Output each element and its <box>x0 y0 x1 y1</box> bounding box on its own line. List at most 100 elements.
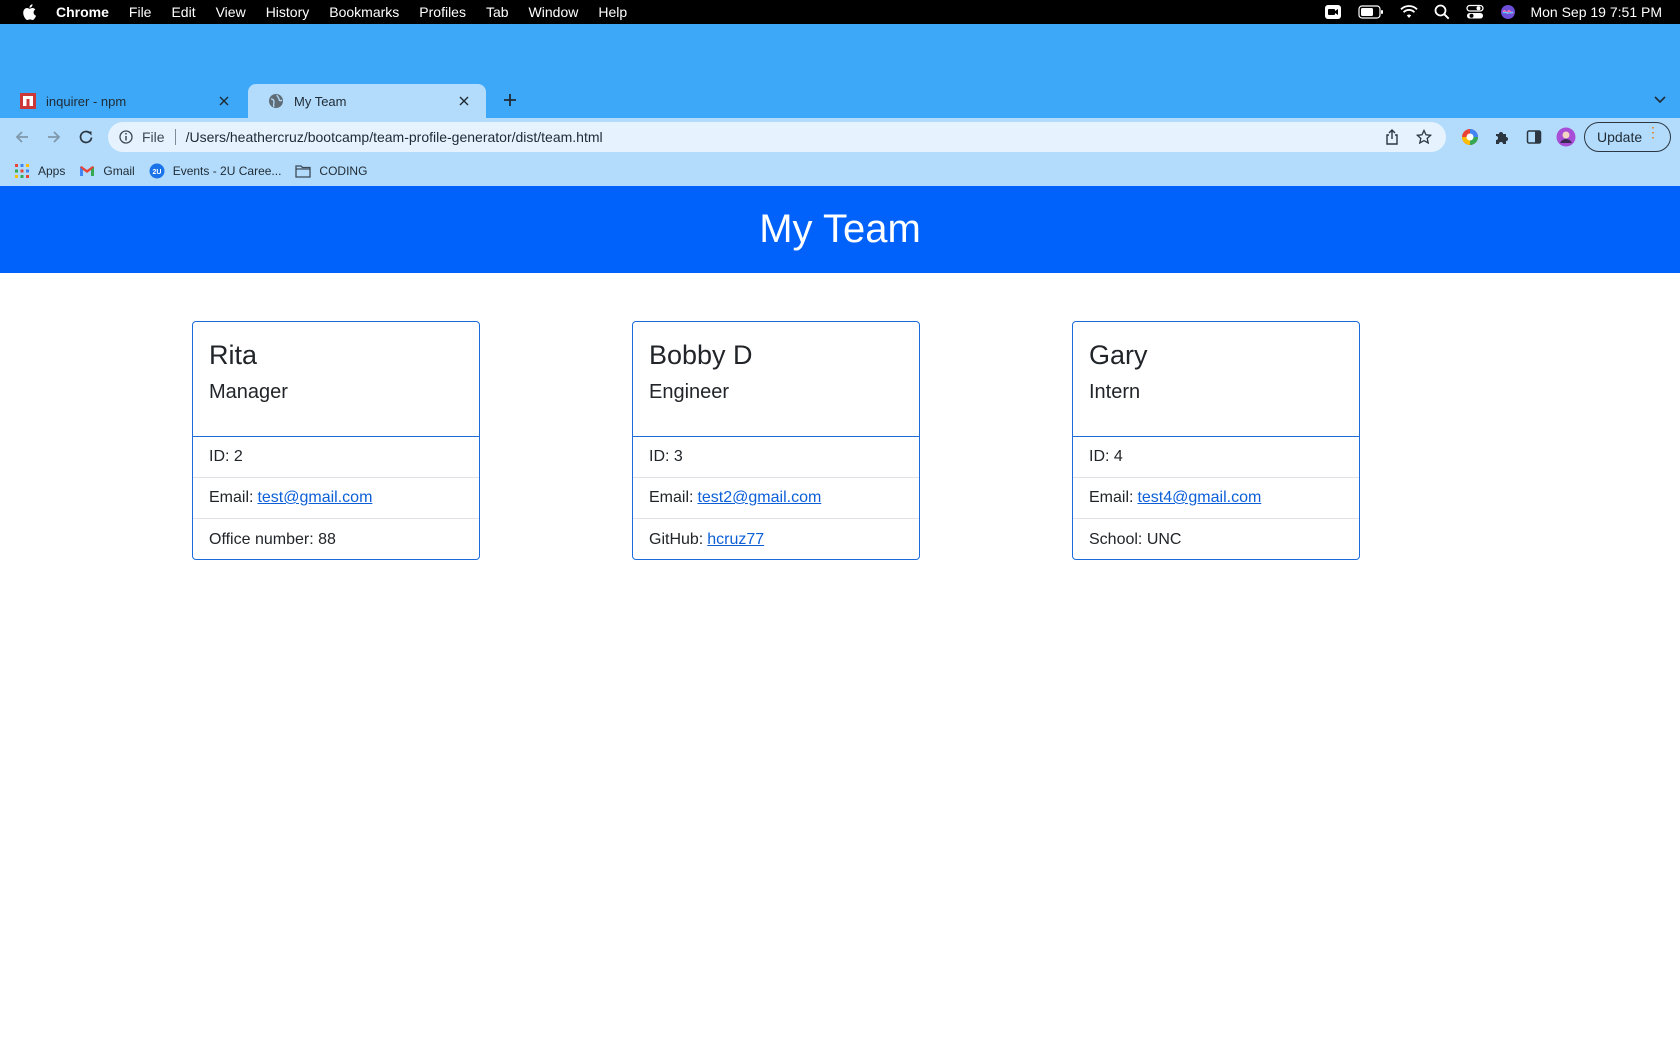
employee-card-manager: Rita Manager ID: 2 Email: test@gmail.com… <box>192 321 480 560</box>
status-area: Mon Sep 19 7:51 PM <box>1308 0 1662 24</box>
email-label: Email: <box>649 489 694 506</box>
extensions-puzzle-icon[interactable] <box>1492 127 1512 147</box>
tab-my-team[interactable]: My Team <box>248 84 486 118</box>
id-text: ID: 2 <box>209 448 243 465</box>
github-link[interactable]: hcruz77 <box>707 531 764 549</box>
browser-toolbar: File /Users/heathercruz/bootcamp/team-pr… <box>0 118 1680 156</box>
page-header: My Team <box>0 186 1680 273</box>
macos-menu-bar: Chrome File Edit View History Bookmarks … <box>0 0 1680 24</box>
back-button[interactable] <box>10 125 34 149</box>
siri-icon[interactable] <box>1500 4 1516 20</box>
employee-role: Engineer <box>649 381 730 403</box>
gmail-icon <box>79 163 95 179</box>
menu-history[interactable]: History <box>266 4 310 20</box>
bookmark-star-icon[interactable] <box>1414 127 1434 147</box>
employee-email-row: Email: test2@gmail.com <box>633 478 919 519</box>
office-number-text: Office number: 88 <box>209 530 336 548</box>
profile-avatar-icon[interactable] <box>1556 127 1576 147</box>
tab-title: inquirer - npm <box>46 93 127 109</box>
menu-window[interactable]: Window <box>529 4 579 20</box>
update-button[interactable]: Update ⋮ <box>1584 122 1671 152</box>
menu-help[interactable]: Help <box>598 4 627 20</box>
email-link[interactable]: test2@gmail.com <box>697 489 821 507</box>
github-label: GitHub: <box>649 530 704 548</box>
tab-strip: inquirer - npm My Team <box>0 24 1680 118</box>
video-camera-icon[interactable] <box>1324 4 1342 20</box>
office-number-row: Office number: 88 <box>193 519 479 560</box>
tab-inquirer-npm[interactable]: inquirer - npm <box>0 84 246 118</box>
school-row: School: UNC <box>1073 519 1359 560</box>
bookmark-gmail[interactable]: Gmail <box>79 163 135 179</box>
arrow-right-icon <box>48 131 61 143</box>
tab-search-button[interactable] <box>1652 92 1668 108</box>
menu-file[interactable]: File <box>129 4 152 20</box>
wifi-icon[interactable] <box>1400 5 1419 19</box>
employee-name: Bobby D <box>649 340 753 370</box>
school-text: School: UNC <box>1089 530 1182 548</box>
globe-icon <box>268 93 284 109</box>
folder-icon <box>295 163 312 179</box>
new-tab-button[interactable] <box>498 88 522 112</box>
id-text: ID: 3 <box>649 448 683 465</box>
bookmarks-bar: Apps Gmail 2U Events - 2U Caree... CODIN… <box>0 156 1680 186</box>
menu-edit[interactable]: Edit <box>171 4 195 20</box>
menu-bookmarks[interactable]: Bookmarks <box>329 4 399 20</box>
employee-name: Gary <box>1089 340 1148 370</box>
employee-name: Rita <box>209 340 258 370</box>
reload-icon <box>79 130 93 144</box>
tab-title: My Team <box>294 93 347 109</box>
email-link[interactable]: test@gmail.com <box>257 489 372 507</box>
email-link[interactable]: test4@gmail.com <box>1137 489 1261 507</box>
bookmark-label: Gmail <box>103 164 135 178</box>
svg-text:2U: 2U <box>152 169 161 176</box>
plus-icon <box>504 94 516 106</box>
npm-icon <box>20 93 36 109</box>
employee-id: ID: 4 <box>1073 437 1359 478</box>
address-separator <box>174 129 176 145</box>
forward-button[interactable] <box>42 125 66 149</box>
update-button-label: Update <box>1597 129 1643 145</box>
url-text[interactable]: /Users/heathercruz/bootcamp/team-profile… <box>186 129 1382 145</box>
email-label: Email: <box>1089 489 1134 506</box>
menu-app-name[interactable]: Chrome <box>56 4 109 20</box>
address-bar[interactable]: File /Users/heathercruz/bootcamp/team-pr… <box>108 122 1446 152</box>
id-text: ID: 4 <box>1089 448 1123 465</box>
2u-icon: 2U <box>149 163 165 179</box>
control-center-icon[interactable] <box>1466 4 1485 20</box>
reload-button[interactable] <box>74 125 98 149</box>
page-title: My Team <box>759 207 921 251</box>
employee-id: ID: 3 <box>633 437 919 478</box>
bookmark-events-2u[interactable]: 2U Events - 2U Caree... <box>149 163 281 179</box>
battery-icon[interactable] <box>1358 5 1384 19</box>
spotlight-search-icon[interactable] <box>1434 4 1450 20</box>
apple-menu-icon[interactable] <box>16 4 42 20</box>
chevron-down-icon <box>1654 96 1666 104</box>
employee-card-intern: Gary Intern ID: 4 Email: test4@gmail.com… <box>1072 321 1360 560</box>
menu-bar-clock[interactable]: Mon Sep 19 7:51 PM <box>1530 4 1662 20</box>
more-options-icon[interactable]: ⋮ <box>1646 125 1660 139</box>
card-header: Gary Intern <box>1073 322 1359 437</box>
bookmark-label: Apps <box>38 164 66 178</box>
close-tab-icon[interactable] <box>214 91 234 111</box>
github-row: GitHub: hcruz77 <box>633 519 919 560</box>
employee-email-row: Email: test4@gmail.com <box>1073 478 1359 519</box>
color-extension-icon[interactable] <box>1460 127 1480 147</box>
menu-tab[interactable]: Tab <box>486 4 509 20</box>
menu-view[interactable]: View <box>216 4 246 20</box>
arrow-left-icon <box>15 131 28 143</box>
employee-card-engineer: Bobby D Engineer ID: 3 Email: test2@gmai… <box>632 321 920 560</box>
site-info-icon[interactable] <box>118 129 134 145</box>
close-tab-icon[interactable] <box>454 91 474 111</box>
card-header: Bobby D Engineer <box>633 322 919 437</box>
url-scheme-label: File <box>142 129 165 145</box>
bookmark-apps[interactable]: Apps <box>14 163 65 179</box>
apps-grid-icon <box>14 163 30 179</box>
email-label: Email: <box>209 489 254 506</box>
bookmark-coding-folder[interactable]: CODING <box>295 163 367 179</box>
employee-role: Intern <box>1089 381 1141 403</box>
menu-profiles[interactable]: Profiles <box>419 4 466 20</box>
page-viewport: My Team Rita Manager ID: 2 Email: test@g… <box>0 186 1680 1050</box>
side-panel-icon[interactable] <box>1524 127 1544 147</box>
bookmark-label: CODING <box>319 164 368 178</box>
share-icon[interactable] <box>1382 127 1402 147</box>
